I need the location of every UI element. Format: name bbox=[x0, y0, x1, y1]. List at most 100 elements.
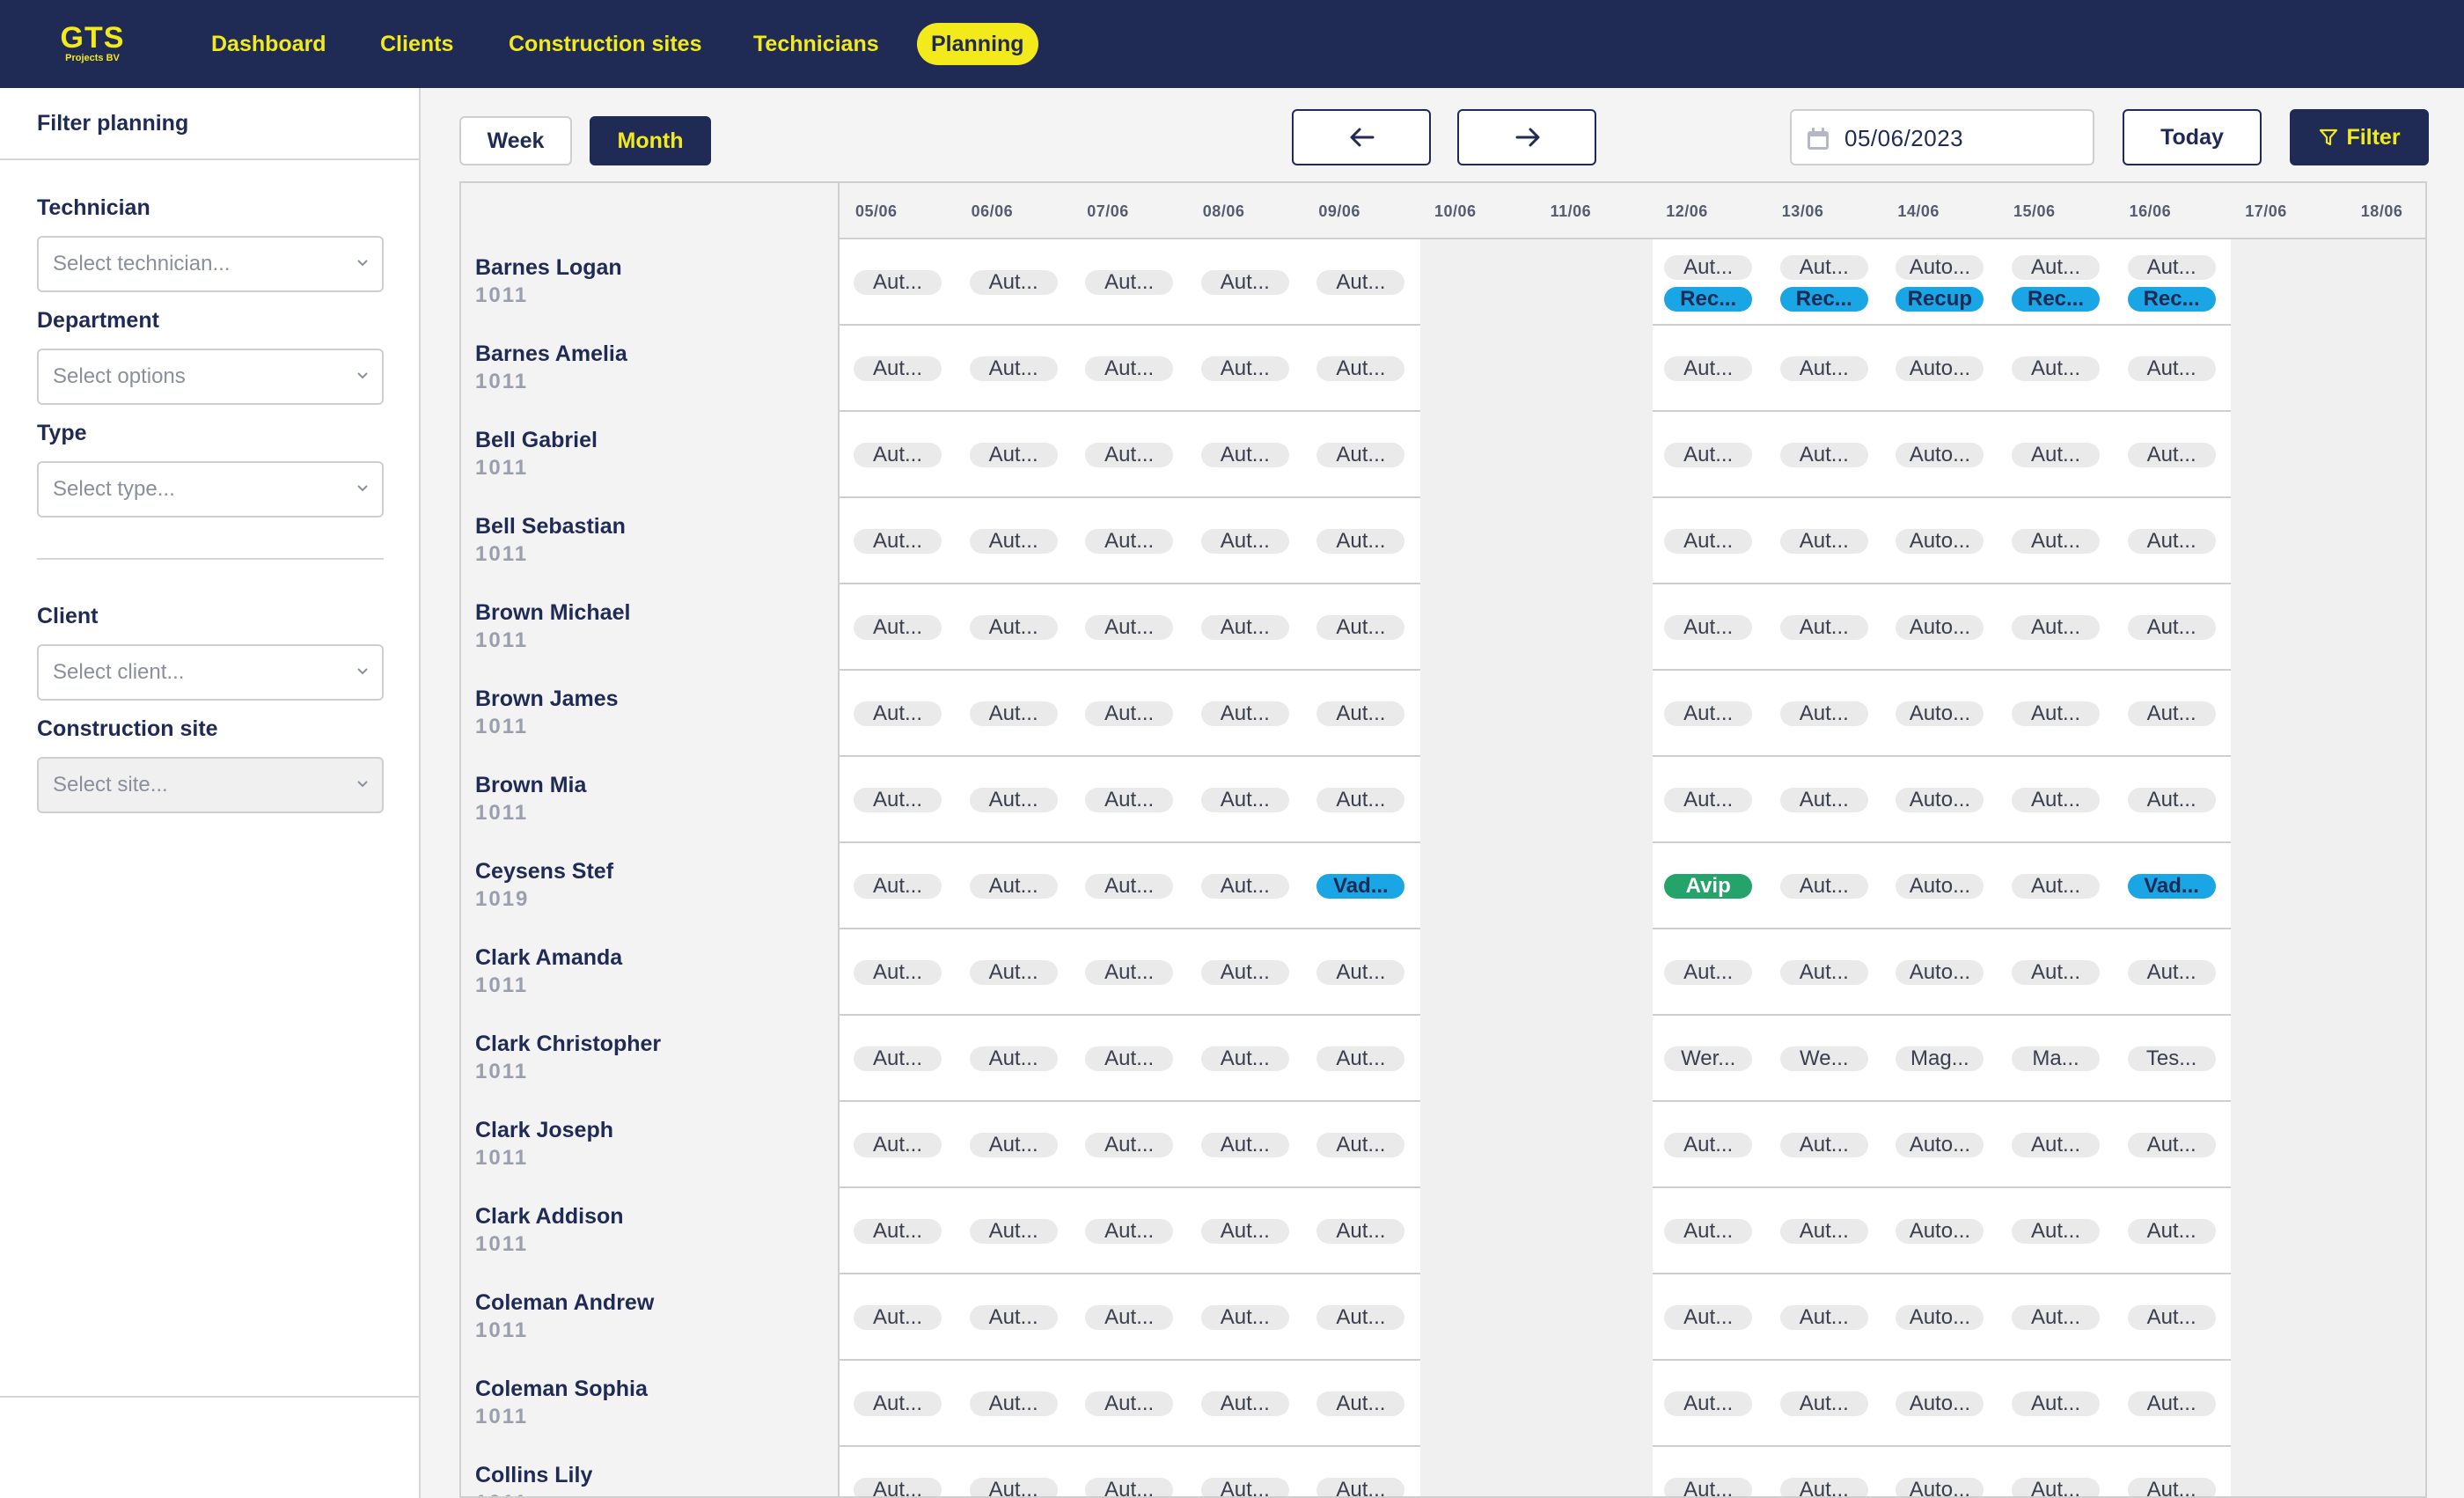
planning-entry[interactable]: Aut... bbox=[1200, 1478, 1289, 1496]
nav-clients[interactable]: Clients bbox=[366, 23, 467, 65]
planning-entry[interactable]: Auto... bbox=[1896, 788, 1984, 812]
planning-entry[interactable]: Aut... bbox=[1085, 788, 1174, 812]
planning-entry[interactable]: Aut... bbox=[2012, 960, 2100, 985]
planning-entry[interactable]: Rec... bbox=[1779, 287, 1868, 312]
planning-entry[interactable]: Aut... bbox=[1779, 960, 1868, 985]
planning-entry[interactable]: Aut... bbox=[854, 1305, 942, 1330]
planning-entry[interactable]: Aut... bbox=[969, 1046, 1058, 1071]
planning-entry[interactable]: Aut... bbox=[1200, 1305, 1289, 1330]
planning-entry[interactable]: Aut... bbox=[854, 615, 942, 640]
planning-entry[interactable]: Aut... bbox=[1779, 701, 1868, 726]
planning-entry[interactable]: Aut... bbox=[2127, 788, 2216, 812]
planning-entry[interactable]: Aut... bbox=[1200, 443, 1289, 467]
planning-entry[interactable]: Aut... bbox=[1779, 615, 1868, 640]
planning-entry[interactable]: Aut... bbox=[1779, 788, 1868, 812]
planning-entry[interactable]: Aut... bbox=[969, 701, 1058, 726]
planning-entry[interactable]: Aut... bbox=[1200, 270, 1289, 295]
planning-entry[interactable]: Aut... bbox=[969, 1392, 1058, 1416]
planning-entry[interactable]: Aut... bbox=[1085, 874, 1174, 899]
technician-name-cell[interactable]: Coleman Sophia 1011 bbox=[461, 1361, 840, 1447]
planning-entry[interactable]: Aut... bbox=[2127, 960, 2216, 985]
planning-entry[interactable]: Aut... bbox=[1085, 356, 1174, 381]
planning-entry[interactable]: Auto... bbox=[1896, 1219, 1984, 1244]
planning-entry[interactable]: Aut... bbox=[1664, 1392, 1753, 1416]
technician-name-cell[interactable]: Clark Amanda 1011 bbox=[461, 929, 840, 1016]
planning-entry[interactable]: Aut... bbox=[1200, 960, 1289, 985]
planning-entry[interactable]: Aut... bbox=[969, 615, 1058, 640]
technician-name-cell[interactable]: Coleman Andrew 1011 bbox=[461, 1274, 840, 1361]
planning-entry[interactable]: Auto... bbox=[1896, 874, 1984, 899]
planning-entry[interactable]: Aut... bbox=[1664, 960, 1753, 985]
technician-name-cell[interactable]: Collins Lily 1011 bbox=[461, 1447, 840, 1496]
planning-entry[interactable]: Aut... bbox=[1316, 270, 1405, 295]
planning-entry[interactable]: Aut... bbox=[1316, 443, 1405, 467]
planning-entry[interactable]: Aut... bbox=[1779, 1392, 1868, 1416]
planning-entry[interactable]: Aut... bbox=[969, 788, 1058, 812]
planning-entry[interactable]: Auto... bbox=[1896, 615, 1984, 640]
planning-entry[interactable]: Aut... bbox=[1200, 615, 1289, 640]
planning-entry[interactable]: Aut... bbox=[1316, 1478, 1405, 1496]
planning-entry[interactable]: Aut... bbox=[1085, 529, 1174, 554]
nav-dashboard[interactable]: Dashboard bbox=[197, 23, 341, 65]
planning-entry[interactable]: Aut... bbox=[1085, 615, 1174, 640]
planning-entry[interactable]: Auto... bbox=[1896, 255, 1984, 280]
planning-entry[interactable]: Aut... bbox=[1664, 788, 1753, 812]
planning-entry[interactable]: Auto... bbox=[1896, 701, 1984, 726]
planning-entry[interactable]: Aut... bbox=[1316, 615, 1405, 640]
planning-entry[interactable]: Aut... bbox=[2012, 1478, 2100, 1496]
planning-entry[interactable]: Aut... bbox=[969, 529, 1058, 554]
planning-entry[interactable]: Vad... bbox=[1316, 874, 1405, 899]
planning-entry[interactable]: Aut... bbox=[969, 443, 1058, 467]
planning-entry[interactable]: Aut... bbox=[1085, 1478, 1174, 1496]
planning-entry[interactable]: Auto... bbox=[1896, 1133, 1984, 1157]
planning-entry[interactable]: Aut... bbox=[854, 1046, 942, 1071]
planning-entry[interactable]: Aut... bbox=[854, 960, 942, 985]
planning-entry[interactable]: Auto... bbox=[1896, 443, 1984, 467]
planning-entry[interactable]: Aut... bbox=[1779, 1133, 1868, 1157]
planning-entry[interactable]: Aut... bbox=[1779, 1478, 1868, 1496]
nav-technicians[interactable]: Technicians bbox=[739, 23, 893, 65]
planning-entry[interactable]: Aut... bbox=[1316, 701, 1405, 726]
planning-entry[interactable]: Aut... bbox=[1316, 1305, 1405, 1330]
planning-entry[interactable]: Aut... bbox=[1316, 960, 1405, 985]
technician-select[interactable]: Select technician... bbox=[37, 236, 384, 292]
planning-entry[interactable]: Aut... bbox=[854, 874, 942, 899]
filter-button[interactable]: Filter bbox=[2290, 109, 2429, 165]
technician-name-cell[interactable]: Brown Mia 1011 bbox=[461, 757, 840, 843]
planning-entry[interactable]: Aut... bbox=[2127, 615, 2216, 640]
planning-entry[interactable]: Aut... bbox=[2127, 1305, 2216, 1330]
planning-entry[interactable]: Aut... bbox=[1200, 874, 1289, 899]
planning-entry[interactable]: Aut... bbox=[969, 1305, 1058, 1330]
planning-entry[interactable]: Aut... bbox=[1664, 1133, 1753, 1157]
planning-entry[interactable]: Wer... bbox=[1664, 1046, 1753, 1071]
planning-entry[interactable]: Aut... bbox=[1085, 960, 1174, 985]
planning-entry[interactable]: Aut... bbox=[1316, 788, 1405, 812]
planning-entry[interactable]: Aut... bbox=[854, 1133, 942, 1157]
planning-entry[interactable]: Aut... bbox=[1085, 1392, 1174, 1416]
planning-entry[interactable]: Aut... bbox=[854, 1478, 942, 1496]
planning-entry[interactable]: Aut... bbox=[969, 874, 1058, 899]
planning-entry[interactable]: Aut... bbox=[1085, 1219, 1174, 1244]
technician-name-cell[interactable]: Clark Christopher 1011 bbox=[461, 1016, 840, 1102]
construction-site-select[interactable]: Select site... bbox=[37, 757, 384, 813]
planning-entry[interactable]: Aut... bbox=[969, 960, 1058, 985]
planning-entry[interactable]: Rec... bbox=[2012, 287, 2100, 312]
planning-entry[interactable]: Aut... bbox=[2012, 443, 2100, 467]
planning-entry[interactable]: Aut... bbox=[2127, 255, 2216, 280]
planning-entry[interactable]: Aut... bbox=[1085, 701, 1174, 726]
planning-entry[interactable]: Aut... bbox=[1085, 443, 1174, 467]
planning-entry[interactable]: Aut... bbox=[2012, 874, 2100, 899]
gts-logo[interactable]: GTS Projects BV bbox=[53, 23, 132, 63]
planning-entry[interactable]: Aut... bbox=[2127, 1478, 2216, 1496]
planning-entry[interactable]: Aut... bbox=[1664, 701, 1753, 726]
planning-entry[interactable]: Aut... bbox=[1316, 1392, 1405, 1416]
planning-entry[interactable]: Aut... bbox=[1664, 1305, 1753, 1330]
technician-name-cell[interactable]: Ceysens Stef 1019 bbox=[461, 843, 840, 929]
month-view-button[interactable]: Month bbox=[590, 116, 711, 165]
planning-entry[interactable]: Aut... bbox=[1085, 1305, 1174, 1330]
planning-entry[interactable]: Aut... bbox=[854, 443, 942, 467]
planning-entry[interactable]: Aut... bbox=[2127, 701, 2216, 726]
planning-entry[interactable]: Aut... bbox=[1200, 1219, 1289, 1244]
planning-entry[interactable]: Aut... bbox=[2127, 1392, 2216, 1416]
planning-entry[interactable]: Aut... bbox=[2012, 529, 2100, 554]
